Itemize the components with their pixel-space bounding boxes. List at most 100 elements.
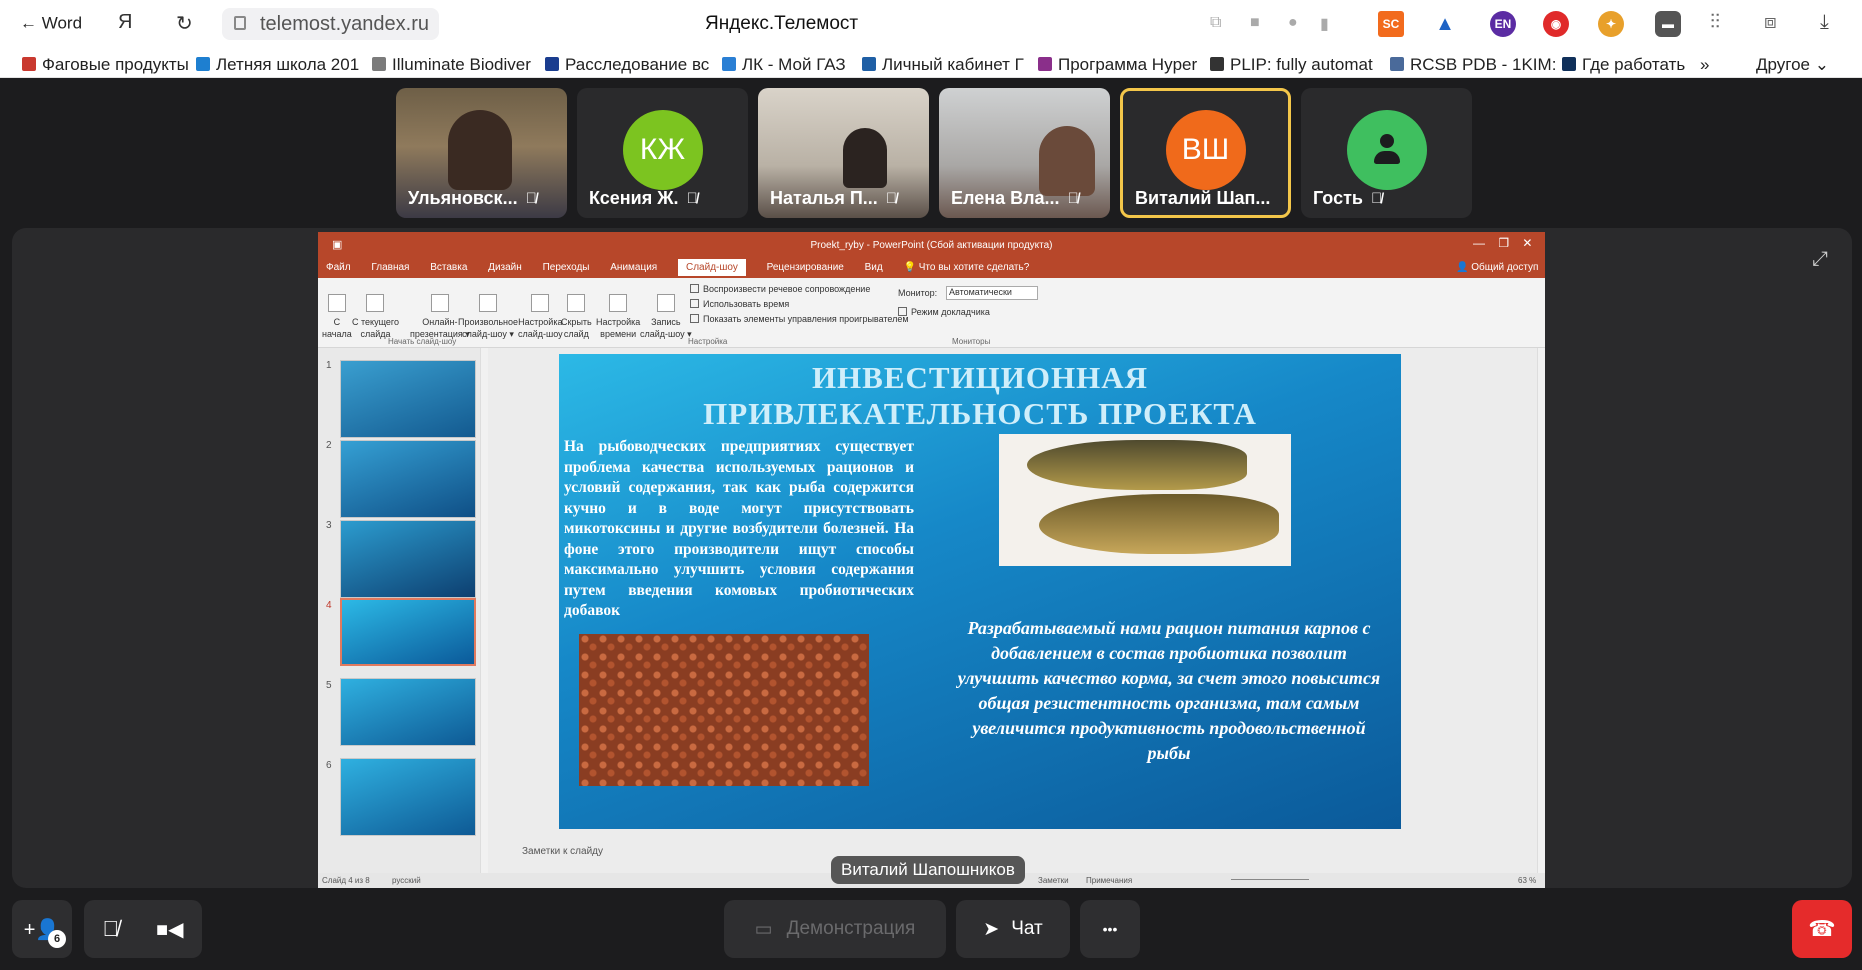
end-call-button[interactable]: ☎	[1792, 900, 1852, 958]
tab-slideshow[interactable]: Слайд-шоу	[678, 259, 746, 276]
tab-review[interactable]: Рецензирование	[767, 262, 844, 273]
thumbnails-scrollbar[interactable]	[480, 348, 488, 873]
slideshow-start-icon	[327, 294, 346, 312]
bookmark-item[interactable]: Illuminate Biodiver	[372, 55, 531, 75]
camera-icon[interactable]: ■	[1250, 14, 1260, 32]
slide-thumbnail[interactable]	[340, 678, 476, 746]
participant-tile[interactable]: Ульяновск... 🎙̸	[396, 88, 567, 218]
feed-pellets-image	[579, 634, 869, 786]
zoom-level[interactable]: 63 %	[1518, 876, 1536, 885]
participant-count-badge: 6	[48, 930, 66, 948]
monitor-label: Монитор:	[898, 288, 938, 298]
rehearse-timings-button[interactable]: Настройка времени	[596, 294, 640, 340]
from-current-button[interactable]: С текущего слайда	[352, 294, 399, 340]
camera-icon[interactable]: ■◀	[156, 917, 183, 942]
slide-thumbnail[interactable]	[340, 360, 476, 438]
slide-thumbnails: 1 2 3 4 5 6	[318, 348, 488, 873]
extensions-icon[interactable]: ⧈	[1764, 11, 1777, 34]
slide-thumbnail-selected[interactable]	[340, 598, 476, 666]
bookmark-favicon-icon	[722, 57, 736, 71]
share-button[interactable]: 👤 Общий доступ	[1456, 262, 1538, 273]
screen-share-icon: ▭	[754, 918, 773, 940]
back-button[interactable]: ← Word	[20, 13, 82, 34]
tab-insert[interactable]: Вставка	[430, 262, 467, 273]
tab-view[interactable]: Вид	[865, 262, 883, 273]
from-beginning-button[interactable]: Сначала	[322, 294, 352, 340]
tab-design[interactable]: Дизайн	[488, 262, 522, 273]
bookmark-item[interactable]: Личный кабинет Г	[862, 55, 1024, 75]
record-slideshow-button[interactable]: Запись слайд-шоу ▾	[640, 294, 692, 340]
puzzle-extension-icon[interactable]: ✦	[1598, 11, 1624, 37]
bookmarks-other-folder[interactable]: Другое ⌄	[1756, 55, 1829, 75]
tab-home[interactable]: Главная	[371, 262, 409, 273]
yandex-icon[interactable]: Я	[118, 11, 132, 34]
hide-slide-button[interactable]: Скрыть слайд	[561, 294, 592, 340]
powerpoint-titlebar: Proekt_ryby - PowerPoint (Сбой активации…	[318, 232, 1545, 278]
back-arrow-icon: ←	[20, 13, 37, 33]
tell-me-search[interactable]: 💡 Что вы хотите сделать?	[904, 262, 1048, 273]
participant-tile[interactable]: Наталья П... 🎙̸	[758, 88, 929, 218]
participant-tile[interactable]: Елена Вла... 🎙̸	[939, 88, 1110, 218]
reload-icon[interactable]: ↻	[176, 11, 193, 36]
mic-off-icon[interactable]: 🎙̸	[103, 916, 120, 942]
language-extension-icon[interactable]: EN	[1490, 11, 1516, 37]
bookmark-favicon-icon	[196, 57, 210, 71]
pip-icon[interactable]: ⧉	[1210, 14, 1221, 32]
expand-icon[interactable]: ⤢	[1812, 248, 1828, 271]
media-controls-checkbox[interactable]: Показать элементы управления проигрывате…	[690, 314, 909, 324]
slideshow-current-icon	[366, 294, 385, 312]
slide-scrollbar[interactable]	[1537, 348, 1545, 873]
notes-placeholder[interactable]: Заметки к слайду	[522, 846, 603, 857]
graduation-icon[interactable]: ▲	[1432, 11, 1458, 37]
invite-button[interactable]: +👤 6	[12, 900, 72, 958]
slide-thumbnail[interactable]	[340, 440, 476, 518]
shared-screen: Proekt_ryby - PowerPoint (Сбой активации…	[318, 232, 1545, 888]
participant-tile[interactable]: Гость 🎙̸	[1301, 88, 1472, 218]
window-controls[interactable]: — ❐ ✕	[1473, 236, 1532, 250]
bookmark-item[interactable]: Фаговые продукты	[22, 55, 189, 75]
presenter-view-checkbox[interactable]: Режим докладчика	[898, 307, 990, 317]
comments-toggle[interactable]: Примечания	[1086, 876, 1132, 885]
notes-toggle[interactable]: Заметки	[1038, 876, 1069, 885]
zoom-slider[interactable]	[1231, 879, 1309, 880]
participant-name-row: Елена Вла... 🎙̸	[951, 187, 1079, 208]
bookmark-item[interactable]: PLIP: fully automat	[1210, 55, 1373, 75]
participant-tile[interactable]: КЖ Ксения Ж. 🎙̸	[577, 88, 748, 218]
use-timings-checkbox[interactable]: Использовать время	[690, 299, 789, 309]
current-slide[interactable]: ИНВЕСТИЦИОННАЯ ПРИВЛЕКАТЕЛЬНОСТЬ ПРОЕКТА …	[559, 354, 1401, 829]
tab-transitions[interactable]: Переходы	[543, 262, 590, 273]
bookmark-item[interactable]: Программа Hyper	[1038, 55, 1197, 75]
screen-share-button[interactable]: ▭ Демонстрация	[724, 900, 946, 958]
chat-button[interactable]: ➤ Чат	[956, 900, 1070, 958]
bookmark-item[interactable]: Где работать	[1562, 55, 1685, 75]
download-icon[interactable]: ⤓	[1820, 11, 1829, 34]
slide-thumbnail[interactable]	[340, 758, 476, 836]
slide-thumbnail[interactable]	[340, 520, 476, 598]
language-status[interactable]: русский	[392, 876, 421, 885]
custom-show-button[interactable]: Произвольное слайд-шоу ▾	[458, 294, 518, 340]
participant-tile-active-speaker[interactable]: ВШ Виталий Шап...	[1120, 88, 1291, 218]
bookmarks-more-button[interactable]: »	[1700, 55, 1709, 75]
sc-extension-icon[interactable]: SC	[1378, 11, 1404, 37]
monitor-select[interactable]: Автоматически	[946, 286, 1038, 300]
tab-file[interactable]: Файл	[326, 262, 351, 273]
save-icon[interactable]: ▣	[332, 238, 342, 251]
audio-wave-icon[interactable]: ⫶⫶	[1710, 11, 1720, 34]
address-bar[interactable]: telemost.yandex.ru	[222, 8, 439, 40]
bookmark-item[interactable]: RCSB PDB - 1KIM:	[1390, 55, 1556, 75]
setup-slideshow-button[interactable]: Настройка слайд-шоу	[518, 294, 563, 340]
bookmark-item[interactable]: Летняя школа 201	[196, 55, 359, 75]
more-button[interactable]: •••	[1080, 900, 1140, 958]
group-label: Начать слайд-шоу	[388, 337, 457, 346]
window-extension-icon[interactable]: ▬	[1655, 11, 1681, 37]
bookmark-item[interactable]: ЛК - Мой ГАЗ	[722, 55, 846, 75]
record-extension-icon[interactable]: ◉	[1543, 11, 1569, 37]
bookmark-item[interactable]: Расследование вс	[545, 55, 709, 75]
microphone-icon[interactable]: ●	[1288, 14, 1298, 32]
chevron-down-icon: ⌄	[1814, 55, 1829, 74]
bookmark-icon[interactable]: ▮	[1320, 14, 1329, 34]
tab-animation[interactable]: Анимация	[610, 262, 657, 273]
narration-checkbox[interactable]: Воспроизвести речевое сопровождение	[690, 284, 870, 294]
guest-avatar	[1346, 110, 1427, 190]
slide-number: 6	[326, 760, 332, 771]
